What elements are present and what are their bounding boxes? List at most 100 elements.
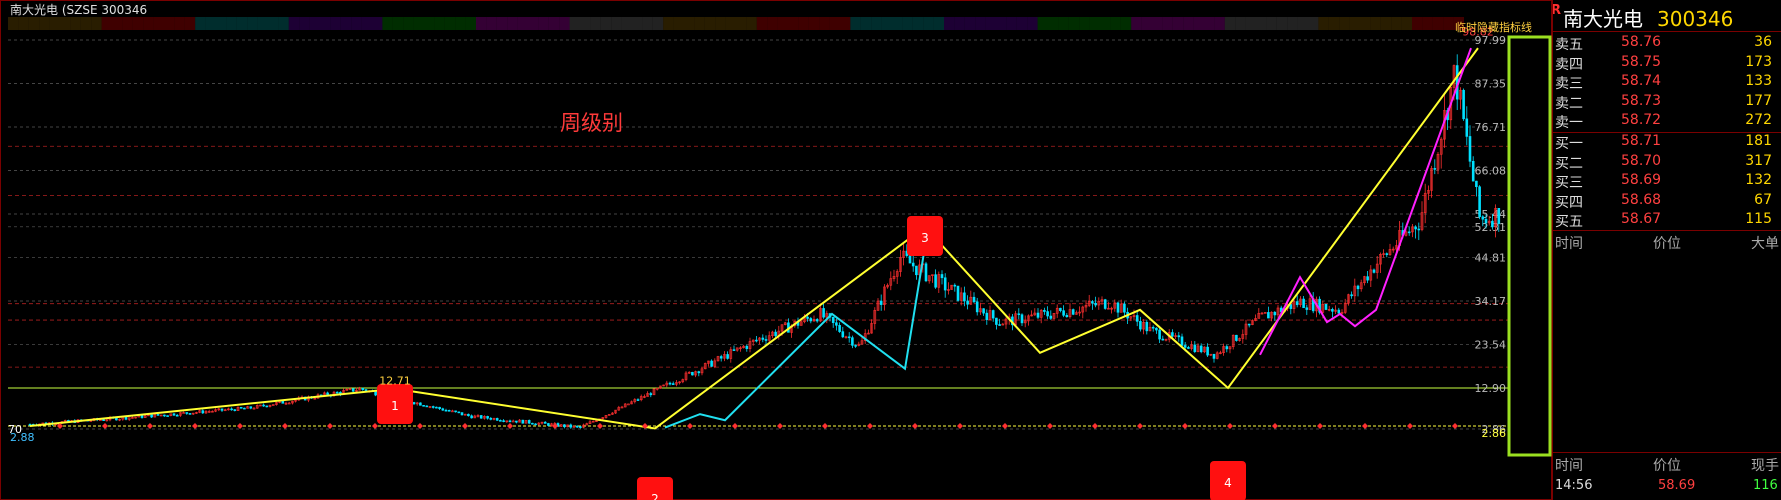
candle-body [879,300,883,305]
candle-body [1225,346,1229,350]
toolbar-strip-cell [1297,17,1308,30]
candle-body [527,420,531,424]
toolbar-strip-cell [309,17,320,30]
toolbar-strip-cell [1152,17,1163,30]
toolbar-strip-cell [1256,17,1267,30]
candle-body [1171,332,1174,337]
candle-body [435,406,438,409]
toolbar-strip-cell [652,17,664,30]
signal-marker [732,422,738,429]
candle-body [998,324,1001,326]
candle-body [1123,303,1126,313]
candle-body [425,405,429,408]
signal-marker [957,422,963,429]
signal-marker [282,422,288,429]
col-price-header-2: 价位 [1653,458,1681,474]
candle-body [1091,301,1094,304]
toolbar-strip-cell [1224,17,1236,30]
last-vol: 116 [1753,478,1778,493]
toolbar-strip-cell [715,17,726,30]
toolbar-strip-cell [673,17,684,30]
toolbar-strip-cell [1349,17,1360,30]
candle-body [1065,314,1069,318]
candle-body [691,371,694,376]
bid-label: 买三 [1555,175,1583,191]
toolbar-strip-cell [1016,17,1028,30]
toolbar-strip-cell [912,17,924,30]
toolbar-strip-cell [850,17,861,30]
candle-body [569,424,573,428]
wave-label-text: 3 [921,231,929,245]
candle-body [262,404,265,407]
candle-body [239,407,243,409]
candle-body [975,301,979,313]
candle-body [963,292,966,302]
toolbar-strip-cell [28,17,40,30]
last-time: 14:56 [1555,478,1593,493]
candle-body [447,410,451,412]
candle-body [851,337,854,346]
toolbar-strip-cell [434,17,445,30]
axis-tick-label: 23.54 [1475,338,1507,351]
candle-body [774,331,777,336]
candle-body [985,312,989,320]
toolbar-strip-cell [684,17,695,30]
toolbar-strip-cell [143,17,154,30]
col-now-header: 现手 [1751,458,1779,474]
candle-body [1471,160,1475,182]
bid-label: 买五 [1555,214,1583,230]
candle-body [531,422,534,425]
candle-body [470,415,473,419]
ask-row: 卖四 58.75 173 [1553,54,1781,73]
ask-price: 58.73 [1621,92,1662,109]
bid-price: 58.70 [1621,152,1662,169]
toolbar-strip-cell [70,17,81,30]
candle-body [911,262,915,267]
toolbar-strip-cell [933,17,944,30]
candle-body [1433,168,1437,170]
toolbar-strip-cell [80,17,92,30]
candle-body [457,411,461,414]
candle-body [575,425,579,428]
candle-body [1235,334,1238,341]
last-price: 58.69 [1658,478,1696,493]
candle-body [1491,220,1494,228]
toolbar-strip-cell [840,17,851,30]
annotation-title: 周级别 [560,111,623,135]
toolbar-strip-cell [1183,17,1194,30]
bid-row: 买二 58.70 317 [1553,153,1781,172]
candle-body [249,406,253,409]
signal-marker [192,422,198,429]
toolbar-strip-cell [49,17,60,30]
toolbar-strip-cell [1100,17,1111,30]
toolbar-strip-cell [590,17,601,30]
hide-indicator-button[interactable]: 临时隐藏指标线 [1455,19,1532,35]
bid-volume: 317 [1745,152,1772,169]
candle-body [1372,269,1376,273]
candle-body [1049,315,1053,319]
ask-price: 58.75 [1621,53,1662,70]
candle-body [1247,323,1251,326]
toolbar-strip-cell [985,17,996,30]
price-chart[interactable]: 97.9987.3576.7166.0855.4452.3144.8134.17… [0,0,1552,500]
candle-body [563,424,566,428]
toolbar-strip-cell [1412,17,1423,30]
candle-body [809,318,813,322]
candle-body [1324,303,1328,310]
toolbar-strip-cell [860,17,872,30]
ask-price: 58.72 [1621,112,1662,128]
toolbar-strip-cell [299,17,310,30]
toolbar-strip-cell [1141,17,1152,30]
candle-body [233,409,237,411]
toolbar-strip-cell [1308,17,1319,30]
toolbar-strip-cell [205,17,216,30]
toolbar-strip-cell [517,17,528,30]
toolbar-strip-cell [361,17,372,30]
toolbar-strip-cell [372,17,383,30]
candle-body [1484,218,1488,224]
candle-body [755,339,758,342]
ruler-box [1507,35,1552,457]
toolbar-strip-cell [60,17,71,30]
candle-body [335,391,339,394]
candle-body [1417,228,1421,231]
